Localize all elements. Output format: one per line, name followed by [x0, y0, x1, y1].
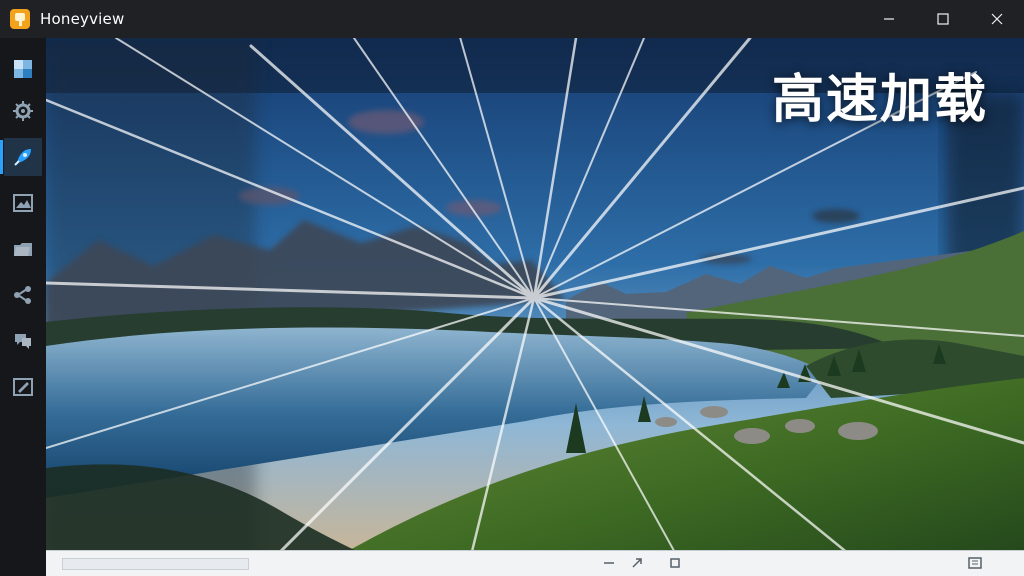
close-button[interactable] — [970, 0, 1024, 38]
window-controls — [862, 0, 1024, 38]
sidebar-item-chat[interactable] — [4, 322, 42, 360]
minimize-icon — [884, 18, 894, 20]
edit-icon — [13, 378, 33, 396]
arrow-icon-graphic — [632, 558, 642, 568]
sidebar-item-speed[interactable] — [0, 138, 42, 176]
honeyview-app-icon — [10, 9, 30, 29]
maximize-icon — [937, 13, 949, 25]
minus-icon[interactable] — [598, 553, 620, 573]
sidebar — [0, 38, 46, 576]
square-icon[interactable] — [664, 553, 686, 573]
speed-headline: 高速加载 — [771, 70, 988, 130]
sidebar-item-share[interactable] — [4, 276, 42, 314]
rocket-icon — [14, 149, 31, 166]
sidebar-item-thumbnail[interactable] — [4, 50, 42, 88]
title-bar: Honeyview — [0, 0, 1024, 38]
arrow-icon[interactable] — [626, 553, 648, 573]
status-progress-track — [62, 558, 249, 570]
fit-window-icon[interactable] — [964, 553, 986, 573]
maximize-button[interactable] — [916, 0, 970, 38]
fit-window-icon-graphic — [968, 557, 982, 569]
square-icon-graphic — [670, 558, 680, 568]
photo-grid-icon — [14, 60, 32, 78]
folder-icon — [14, 243, 32, 256]
minus-icon-graphic — [604, 562, 614, 564]
close-icon — [991, 13, 1003, 25]
image-viewer[interactable]: 高速加载 — [46, 38, 1024, 576]
honeyview-window: Honeyview 高速加载 — [0, 0, 1024, 576]
status-bar — [46, 550, 1024, 576]
share-icon — [14, 286, 31, 304]
sidebar-item-edit[interactable] — [4, 368, 42, 406]
landscape-icon — [13, 194, 33, 212]
sidebar-item-folder[interactable] — [4, 230, 42, 268]
chat-icon — [15, 334, 31, 349]
sidebar-item-image[interactable] — [4, 184, 42, 222]
sidebar-item-settings[interactable] — [4, 92, 42, 130]
gear-icon — [13, 101, 33, 121]
window-title: Honeyview — [40, 10, 125, 28]
minimize-button[interactable] — [862, 0, 916, 38]
